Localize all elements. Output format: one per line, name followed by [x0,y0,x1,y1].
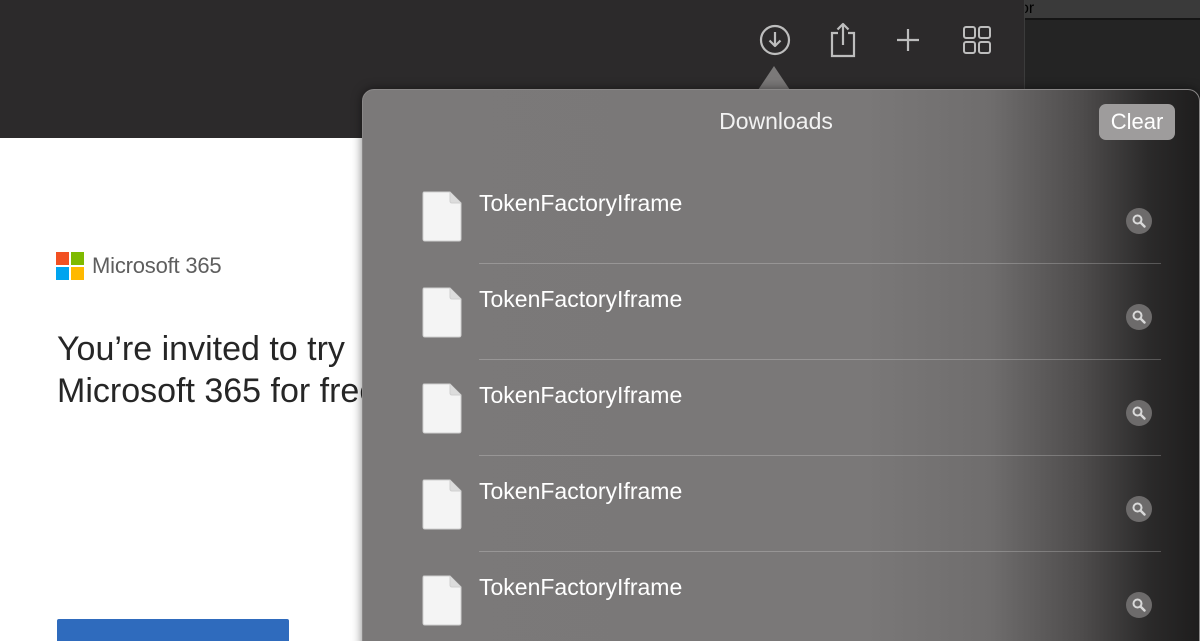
headline-line-2: Microsoft 365 for free [57,372,367,410]
tab-overview-icon [963,26,991,54]
document-icon [422,575,462,626]
clear-button[interactable]: Clear [1099,104,1175,140]
primary-cta-button[interactable] [57,619,289,641]
separator [479,455,1161,456]
magnifier-icon [1132,598,1146,612]
document-icon [422,383,462,434]
reveal-in-finder-button[interactable] [1126,208,1152,234]
download-item[interactable]: TokenFactoryIframe [363,378,1199,474]
new-tab-button[interactable] [888,20,928,60]
document-icon [422,479,462,530]
download-item[interactable]: TokenFactoryIframe [363,186,1199,282]
separator [479,551,1161,552]
reveal-in-finder-button[interactable] [1126,592,1152,618]
downloads-popover: Downloads Clear TokenFactoryIframe Token… [362,89,1200,641]
document-icon [422,287,462,338]
downloads-button[interactable] [755,20,795,60]
downloads-title: Downloads [719,108,833,134]
download-filename: TokenFactoryIframe [479,574,683,600]
download-filename: TokenFactoryIframe [479,286,683,312]
microsoft-365-logo[interactable]: Microsoft 365 [56,252,222,280]
reveal-in-finder-button[interactable] [1126,496,1152,522]
downloads-popover-arrow [758,66,790,90]
share-icon [830,22,856,58]
downloads-icon [759,24,791,56]
background-window-tabbar [1020,0,1200,18]
tab-overview-button[interactable] [957,20,997,60]
new-tab-icon [897,29,919,51]
download-filename: TokenFactoryIframe [479,190,683,216]
microsoft-logo-icon [56,252,84,280]
download-item[interactable]: TokenFactoryIframe [363,282,1199,378]
share-button[interactable] [823,20,863,60]
magnifier-icon [1132,310,1146,324]
magnifier-icon [1132,502,1146,516]
screen: or Microsoft 365 You’re invited to try M… [0,0,1200,641]
download-filename: TokenFactoryIframe [479,478,683,504]
document-icon [422,191,462,242]
background-window-divider [1020,18,1200,20]
download-item[interactable]: TokenFactoryIframe [363,474,1199,570]
separator [479,359,1161,360]
page-headline: You’re invited to try Microsoft 365 for … [57,328,367,412]
brand-name: Microsoft 365 [92,253,222,278]
download-item[interactable]: TokenFactoryIframe [363,570,1199,641]
downloads-list: TokenFactoryIframe TokenFactoryIframe To… [363,186,1199,641]
magnifier-icon [1132,406,1146,420]
separator [479,263,1161,264]
reveal-in-finder-button[interactable] [1126,304,1152,330]
headline-line-1: You’re invited to try [57,330,345,368]
reveal-in-finder-button[interactable] [1126,400,1152,426]
download-filename: TokenFactoryIframe [479,382,683,408]
magnifier-icon [1132,214,1146,228]
